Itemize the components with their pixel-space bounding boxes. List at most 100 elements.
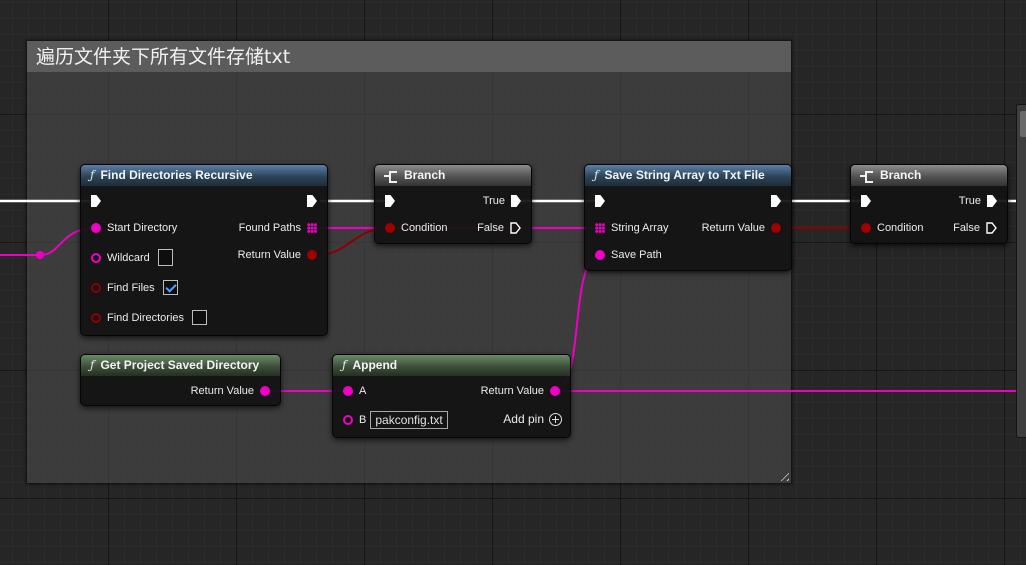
find-files-pin[interactable]: Find Files bbox=[91, 280, 178, 295]
exec-in-pin[interactable] bbox=[595, 195, 605, 207]
found-paths-pin[interactable]: Found Paths bbox=[233, 222, 317, 234]
exec-pin-icon bbox=[771, 195, 781, 207]
exec-pin-icon bbox=[861, 195, 871, 207]
function-icon: ƒ bbox=[342, 358, 347, 372]
b-pin[interactable]: B pakconfig.txt bbox=[343, 411, 448, 429]
return-value-pin[interactable]: Return Value bbox=[185, 385, 270, 397]
bool-pin-icon bbox=[861, 223, 871, 233]
find-files-checkbox[interactable] bbox=[162, 280, 178, 295]
find-directories-pin[interactable]: Find Directories bbox=[91, 310, 208, 325]
pin-label: True bbox=[958, 195, 981, 207]
pin-label: Condition bbox=[877, 222, 924, 234]
node-header[interactable]: ƒ Get Project Saved Directory bbox=[81, 355, 280, 376]
exec-pin-icon bbox=[987, 195, 997, 207]
wildcard-input[interactable] bbox=[157, 249, 173, 266]
exec-in-pin[interactable] bbox=[385, 195, 395, 207]
exec-pin-hollow-icon bbox=[986, 222, 997, 234]
pin-label: Return Value bbox=[190, 385, 254, 397]
node-save-string-array[interactable]: ƒ Save String Array to Txt File String A… bbox=[584, 164, 792, 271]
pin-label: Condition bbox=[401, 222, 448, 234]
b-value-input[interactable]: pakconfig.txt bbox=[370, 411, 448, 429]
bool-pin-icon bbox=[771, 223, 781, 233]
branch-icon bbox=[860, 170, 874, 183]
exec-pin-icon bbox=[385, 195, 395, 207]
node-branch-2[interactable]: Branch True Condition False bbox=[850, 164, 1008, 244]
exec-out-pin[interactable] bbox=[307, 195, 317, 207]
true-pin[interactable]: True bbox=[477, 195, 521, 207]
return-value-pin[interactable]: Return Value bbox=[475, 385, 560, 397]
exec-pin-icon bbox=[307, 195, 317, 207]
pin-label: A bbox=[359, 385, 367, 397]
wildcard-pin[interactable]: Wildcard bbox=[91, 249, 173, 266]
node-title: Get Project Saved Directory bbox=[100, 358, 260, 372]
node-header[interactable]: ƒ Find Directories Recursive bbox=[81, 165, 327, 186]
branch-icon bbox=[384, 170, 398, 183]
pin-label: False bbox=[477, 222, 504, 234]
exec-in-pin[interactable] bbox=[91, 195, 101, 207]
string-pin-icon bbox=[91, 252, 101, 263]
string-pin-icon bbox=[343, 386, 353, 396]
node-header[interactable]: Branch bbox=[851, 165, 1007, 186]
string-pin-icon bbox=[91, 223, 101, 233]
bool-pin-icon bbox=[91, 282, 101, 293]
pin-label: Return Value bbox=[701, 222, 765, 234]
add-pin-label: Add pin bbox=[503, 412, 544, 426]
string-pin-icon bbox=[550, 386, 560, 396]
exec-pin-icon bbox=[511, 195, 521, 207]
pin-label: B bbox=[359, 414, 367, 426]
node-header[interactable]: ƒ Save String Array to Txt File bbox=[585, 165, 791, 186]
add-pin-button[interactable]: Add pin bbox=[503, 412, 562, 426]
bool-pin-icon bbox=[385, 223, 395, 233]
string-pin-icon bbox=[595, 250, 605, 260]
node-header[interactable]: Branch bbox=[375, 165, 531, 186]
pin-label: Return Value bbox=[237, 249, 301, 261]
string-array-pin[interactable]: String Array bbox=[595, 222, 674, 234]
exec-pin-icon bbox=[91, 195, 101, 207]
function-icon: ƒ bbox=[90, 358, 95, 372]
node-header[interactable]: ƒ Append bbox=[333, 355, 570, 376]
pin-label: Start Directory bbox=[107, 222, 178, 234]
exec-in-pin[interactable] bbox=[861, 195, 871, 207]
node-branch[interactable]: Branch True Condition False bbox=[374, 164, 532, 244]
find-directories-checkbox[interactable] bbox=[192, 310, 208, 325]
false-pin[interactable]: False bbox=[947, 222, 997, 234]
pin-label: Find Files bbox=[107, 281, 155, 294]
node-title: Find Directories Recursive bbox=[100, 168, 253, 182]
pin-label: Return Value bbox=[480, 385, 544, 397]
bool-pin-icon bbox=[91, 312, 101, 323]
exec-pin-hollow-icon bbox=[510, 222, 521, 234]
return-value-pin[interactable]: Return Value bbox=[696, 222, 781, 234]
panel-tab-handle[interactable] bbox=[1020, 111, 1026, 137]
string-pin-icon bbox=[343, 415, 353, 425]
side-panel-edge[interactable] bbox=[1016, 104, 1026, 438]
true-pin[interactable]: True bbox=[953, 195, 997, 207]
pin-label: Save Path bbox=[611, 249, 662, 261]
node-get-project-saved-directory[interactable]: ƒ Get Project Saved Directory Return Val… bbox=[80, 354, 281, 406]
node-title: Branch bbox=[404, 168, 446, 182]
pin-label: String Array bbox=[611, 222, 669, 234]
save-path-pin[interactable]: Save Path bbox=[595, 249, 668, 261]
node-append[interactable]: ƒ Append A Return Value B pakconfig.txt … bbox=[332, 354, 571, 438]
condition-pin[interactable]: Condition bbox=[385, 222, 453, 234]
wire-reroute-dot bbox=[36, 251, 44, 259]
node-find-directories-recursive[interactable]: ƒ Find Directories Recursive Start Direc… bbox=[80, 164, 328, 336]
return-value-pin[interactable]: Return Value bbox=[232, 249, 317, 261]
pin-label: Found Paths bbox=[238, 222, 301, 234]
node-title: Append bbox=[352, 358, 398, 372]
pin-label: Find Directories bbox=[107, 311, 185, 324]
condition-pin[interactable]: Condition bbox=[861, 222, 929, 234]
node-title: Branch bbox=[880, 168, 922, 182]
plus-icon bbox=[549, 412, 562, 426]
array-pin-icon bbox=[307, 223, 317, 233]
array-pin-icon bbox=[595, 223, 605, 233]
pin-label: False bbox=[953, 222, 980, 234]
exec-pin-icon bbox=[595, 195, 605, 207]
exec-out-pin[interactable] bbox=[771, 195, 781, 207]
false-pin[interactable]: False bbox=[471, 222, 521, 234]
node-title: Save String Array to Txt File bbox=[604, 168, 765, 182]
function-icon: ƒ bbox=[594, 168, 599, 182]
pin-label: True bbox=[482, 195, 505, 207]
a-pin[interactable]: A bbox=[343, 385, 372, 397]
bool-pin-icon bbox=[307, 250, 317, 260]
start-directory-pin[interactable]: Start Directory bbox=[91, 222, 183, 234]
